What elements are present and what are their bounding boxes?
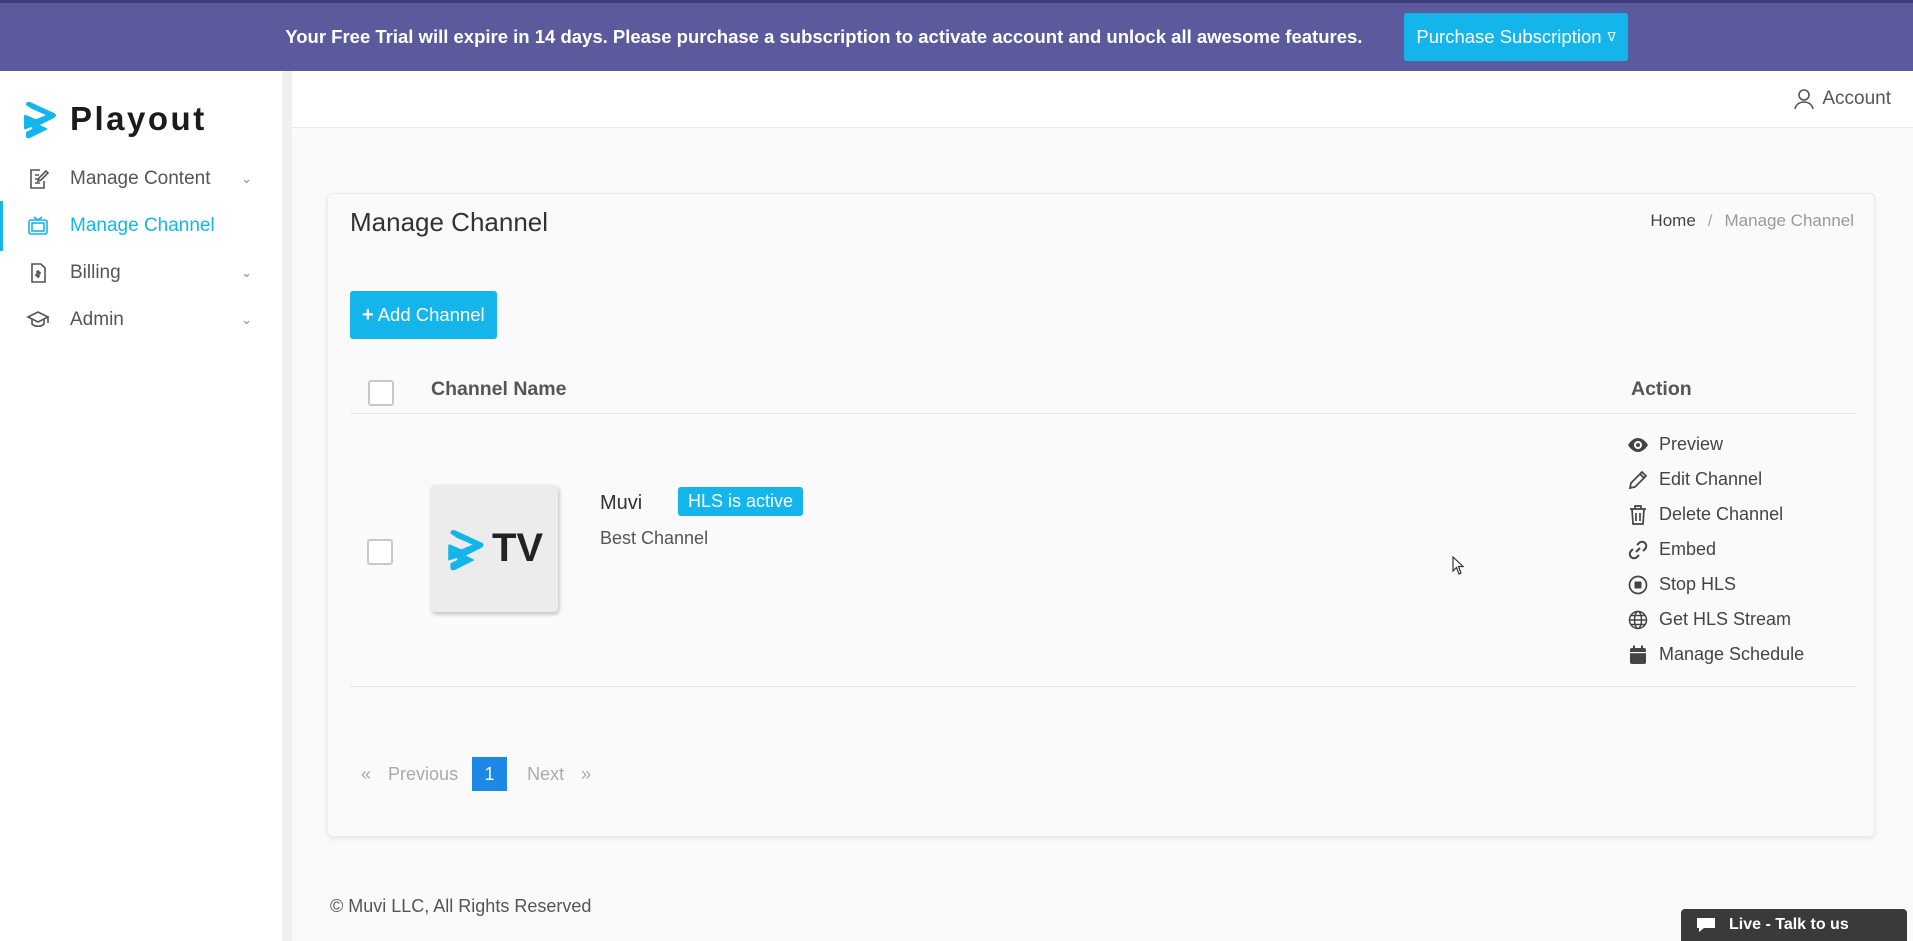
action-label: Preview [1659, 434, 1724, 454]
breadcrumb-home-link[interactable]: Home [1650, 211, 1695, 231]
invoice-icon [26, 261, 50, 285]
prev-arrow: « [361, 763, 372, 784]
live-chat-button[interactable]: Live - Talk to us [1681, 909, 1907, 941]
tv-icon [26, 214, 50, 238]
trial-message: Your Free Trial will expire in 14 days. … [285, 26, 1363, 47]
footer-copyright: © Muvi LLC, All Rights Reserved [330, 896, 592, 916]
prev-label: Previous [388, 763, 459, 784]
channel-name: Muvi [600, 492, 643, 514]
edit-channel-action[interactable]: Edit Channel [1627, 462, 1804, 497]
plus-icon: + [362, 303, 374, 326]
table-row: TV Muvi HLS is active Best Channel Previ… [350, 415, 1856, 687]
playout-logo-icon [448, 529, 484, 570]
embed-action[interactable]: Embed [1627, 532, 1804, 567]
action-label: Get HLS Stream [1659, 609, 1792, 629]
trash-icon [1627, 504, 1649, 526]
pagination-previous[interactable]: « Previous [361, 764, 458, 785]
chevron-down-icon: ⌄ [241, 312, 252, 327]
thumbnail-text: TV [491, 526, 544, 570]
chevron-down-icon: ⌄ [241, 265, 252, 280]
sidebar-item-label: Billing [70, 262, 121, 283]
account-label: Account [1822, 88, 1891, 109]
action-label: Embed [1659, 539, 1717, 559]
calendar-icon [1627, 644, 1649, 666]
sidebar-item-manage-content[interactable]: Manage Content ⌄ [0, 154, 282, 204]
get-hls-stream-action[interactable]: Get HLS Stream [1627, 602, 1804, 637]
mouse-cursor-icon [1452, 556, 1465, 575]
select-all-checkbox[interactable] [368, 380, 394, 406]
playout-logo-icon [24, 101, 56, 139]
action-label: Manage Schedule [1659, 644, 1805, 664]
trial-banner: Your Free Trial will expire in 14 days. … [0, 0, 1913, 71]
action-label: Edit Channel [1659, 469, 1763, 489]
sidebar-item-admin[interactable]: Admin ⌄ [0, 295, 282, 345]
manage-schedule-action[interactable]: Manage Schedule [1627, 637, 1804, 672]
action-label: Stop HLS [1659, 574, 1737, 594]
column-header-channel-name: Channel Name [431, 378, 567, 400]
sidebar: Playout Manage Content ⌄ Manage Channel … [0, 71, 290, 941]
row-actions: Preview Edit Channel Delete Channel Embe… [1627, 427, 1804, 672]
link-icon [1627, 539, 1649, 561]
column-header-action: Action [1631, 378, 1692, 400]
eye-icon [1627, 434, 1649, 456]
globe-icon [1627, 609, 1649, 631]
breadcrumb-current: Manage Channel [1724, 211, 1854, 230]
stop-circle-icon [1627, 574, 1649, 596]
pagination: « Previous 1 Next » [361, 757, 591, 791]
pagination-next[interactable]: Next » [527, 764, 591, 785]
action-label: Delete Channel [1659, 504, 1784, 524]
status-badge: HLS is active [678, 487, 804, 516]
purchase-subscription-button[interactable]: Purchase Subscription ᐁ [1404, 13, 1628, 61]
add-channel-label: Add Channel [377, 304, 485, 325]
logo[interactable]: Playout [22, 99, 207, 139]
channel-description: Best Channel [600, 528, 709, 548]
stop-hls-action[interactable]: Stop HLS [1627, 567, 1804, 602]
sidebar-item-billing[interactable]: Billing ⌄ [0, 248, 282, 298]
table-header: Channel Name Action [350, 358, 1856, 414]
chevron-down-icon: ⌄ [241, 171, 252, 186]
purchase-subscription-label: Purchase Subscription [1416, 26, 1602, 47]
graduation-cap-icon [26, 308, 50, 332]
next-arrow: » [581, 763, 592, 784]
edit-document-icon [26, 167, 50, 191]
user-icon [1794, 89, 1815, 110]
chat-bubble-icon [1697, 918, 1715, 932]
sidebar-item-label: Manage Content [70, 168, 211, 189]
pagination-page-1[interactable]: 1 [472, 757, 508, 791]
preview-action[interactable]: Preview [1627, 427, 1804, 462]
delete-channel-action[interactable]: Delete Channel [1627, 497, 1804, 532]
page-title: Manage Channel [350, 207, 549, 237]
account-menu[interactable]: Account [1794, 88, 1891, 110]
topbar: Account [292, 71, 1913, 128]
external-icon: ᐁ [1607, 30, 1616, 44]
pencil-icon [1627, 469, 1649, 491]
breadcrumb: Home / Manage Channel [1650, 211, 1854, 231]
channel-thumbnail: TV [431, 485, 558, 612]
breadcrumb-separator: / [1707, 211, 1713, 230]
add-channel-button[interactable]: + Add Channel [350, 291, 497, 339]
live-chat-label: Live - Talk to us [1729, 916, 1849, 933]
next-label: Next [527, 763, 565, 784]
sidebar-item-label: Admin [70, 309, 124, 330]
row-checkbox[interactable] [367, 539, 393, 565]
sidebar-item-label: Manage Channel [70, 215, 215, 236]
sidebar-divider [282, 71, 292, 941]
manage-channel-card: Manage Channel Home / Manage Channel + A… [327, 193, 1875, 837]
brand-name: Playout [70, 100, 207, 137]
sidebar-item-manage-channel[interactable]: Manage Channel [0, 201, 282, 251]
